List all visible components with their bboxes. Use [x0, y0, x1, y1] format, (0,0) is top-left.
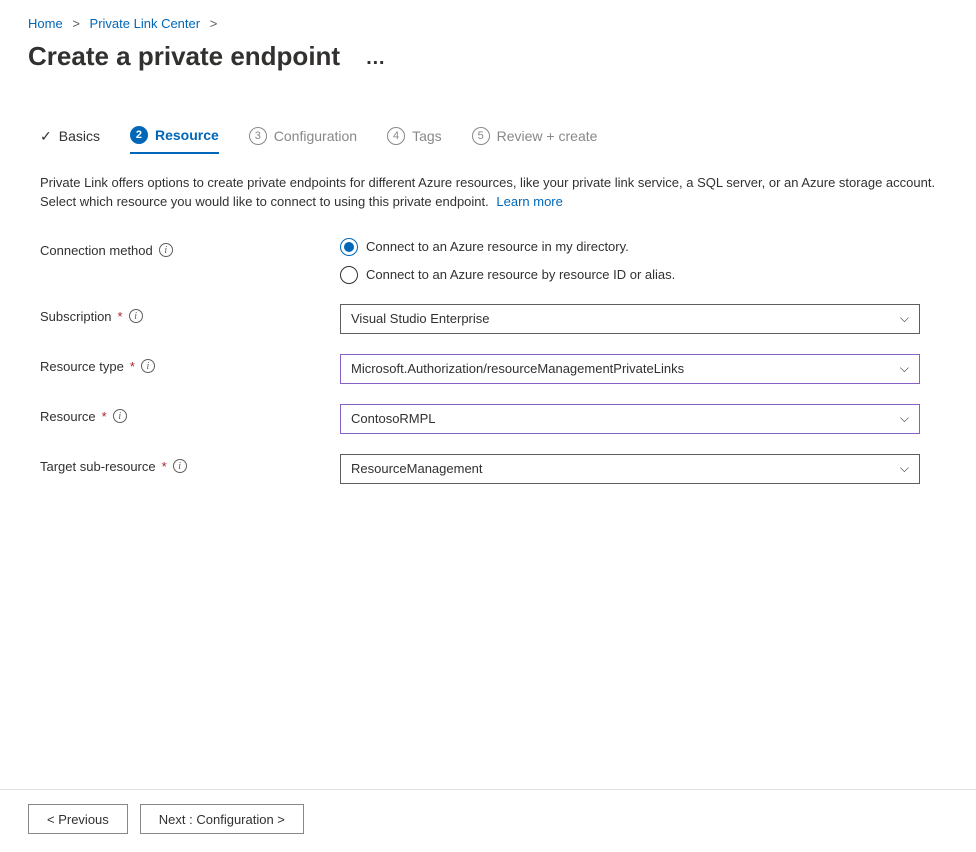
- info-icon[interactable]: i: [141, 359, 155, 373]
- label-target-sub-resource: Target sub-resource * i: [40, 454, 340, 474]
- previous-button[interactable]: < Previous: [28, 804, 128, 834]
- tab-tags[interactable]: 4 Tags: [387, 127, 442, 153]
- target-sub-resource-value: ResourceManagement: [351, 461, 483, 476]
- tab-resource-label: Resource: [155, 127, 219, 143]
- next-button[interactable]: Next : Configuration >: [140, 804, 304, 834]
- label-subscription: Subscription * i: [40, 304, 340, 324]
- tab-resource[interactable]: 2 Resource: [130, 126, 219, 154]
- breadcrumb-sep-icon: >: [72, 16, 80, 31]
- more-actions-icon[interactable]: …: [365, 47, 386, 70]
- radio-connect-resource-id[interactable]: Connect to an Azure resource by resource…: [340, 266, 920, 284]
- wizard-footer: < Previous Next : Configuration >: [0, 789, 976, 852]
- step-number-icon: 3: [249, 127, 267, 145]
- required-indicator: *: [162, 459, 167, 474]
- tab-review-create[interactable]: 5 Review + create: [472, 127, 598, 153]
- radio-connect-directory-label: Connect to an Azure resource in my direc…: [366, 239, 629, 254]
- connection-method-radio-group: Connect to an Azure resource in my direc…: [340, 238, 920, 284]
- subscription-value: Visual Studio Enterprise: [351, 311, 490, 326]
- checkmark-icon: ✓: [40, 128, 52, 145]
- resource-type-value: Microsoft.Authorization/resourceManageme…: [351, 361, 684, 376]
- label-resource-type: Resource type * i: [40, 354, 340, 374]
- radio-connect-resource-id-label: Connect to an Azure resource by resource…: [366, 267, 675, 282]
- chevron-down-icon: ⌵: [900, 361, 909, 376]
- form-area: Connection method i Connect to an Azure …: [0, 232, 976, 484]
- wizard-tabs: ✓ Basics 2 Resource 3 Configuration 4 Ta…: [0, 72, 976, 154]
- target-sub-resource-select[interactable]: ResourceManagement ⌵: [340, 454, 920, 484]
- tab-tags-label: Tags: [412, 128, 442, 144]
- learn-more-link[interactable]: Learn more: [496, 194, 562, 209]
- tab-basics-label: Basics: [59, 128, 100, 144]
- tab-review-label: Review + create: [497, 128, 598, 144]
- step-number-icon: 2: [130, 126, 148, 144]
- chevron-down-icon: ⌵: [900, 411, 909, 426]
- resource-value: ContosoRMPL: [351, 411, 436, 426]
- tab-configuration[interactable]: 3 Configuration: [249, 127, 357, 153]
- page-title: Create a private endpoint …: [0, 41, 976, 72]
- breadcrumb-home[interactable]: Home: [28, 16, 63, 31]
- chevron-down-icon: ⌵: [900, 311, 909, 326]
- info-icon[interactable]: i: [113, 409, 127, 423]
- breadcrumb: Home > Private Link Center >: [0, 0, 976, 41]
- required-indicator: *: [118, 309, 123, 324]
- resource-select[interactable]: ContosoRMPL ⌵: [340, 404, 920, 434]
- step-number-icon: 5: [472, 127, 490, 145]
- resource-type-select[interactable]: Microsoft.Authorization/resourceManageme…: [340, 354, 920, 384]
- tab-configuration-label: Configuration: [274, 128, 357, 144]
- row-resource: Resource * i ContosoRMPL ⌵: [40, 404, 936, 434]
- radio-connect-directory[interactable]: Connect to an Azure resource in my direc…: [340, 238, 920, 256]
- row-resource-type: Resource type * i Microsoft.Authorizatio…: [40, 354, 936, 384]
- label-resource: Resource * i: [40, 404, 340, 424]
- chevron-down-icon: ⌵: [900, 461, 909, 476]
- step-number-icon: 4: [387, 127, 405, 145]
- info-icon[interactable]: i: [173, 459, 187, 473]
- label-connection-method: Connection method i: [40, 238, 340, 258]
- radio-selected-icon: [340, 238, 358, 256]
- row-subscription: Subscription * i Visual Studio Enterpris…: [40, 304, 936, 334]
- breadcrumb-private-link-center[interactable]: Private Link Center: [90, 16, 201, 31]
- breadcrumb-sep-icon: >: [210, 16, 218, 31]
- radio-unselected-icon: [340, 266, 358, 284]
- required-indicator: *: [102, 409, 107, 424]
- tab-description: Private Link offers options to create pr…: [0, 154, 976, 232]
- row-connection-method: Connection method i Connect to an Azure …: [40, 238, 936, 284]
- info-icon[interactable]: i: [159, 243, 173, 257]
- subscription-select[interactable]: Visual Studio Enterprise ⌵: [340, 304, 920, 334]
- row-target-sub-resource: Target sub-resource * i ResourceManageme…: [40, 454, 936, 484]
- required-indicator: *: [130, 359, 135, 374]
- info-icon[interactable]: i: [129, 309, 143, 323]
- tab-basics[interactable]: ✓ Basics: [40, 128, 100, 153]
